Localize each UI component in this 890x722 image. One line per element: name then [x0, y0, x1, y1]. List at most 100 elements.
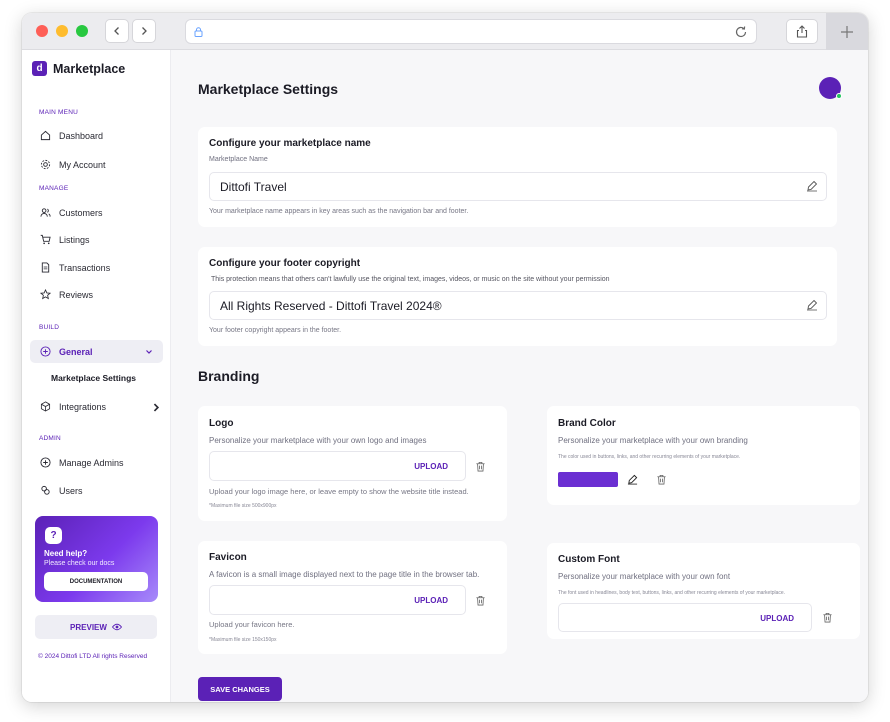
- marketplace-name-value: Dittofi Travel: [220, 180, 287, 194]
- chevron-down-icon: [146, 350, 152, 354]
- avatar[interactable]: [819, 77, 842, 99]
- build-label: BUILD: [39, 324, 60, 331]
- branding-heading: Branding: [198, 368, 260, 384]
- users-icon: [40, 208, 51, 217]
- plus-circle-icon: [40, 457, 51, 468]
- upload-button[interactable]: UPLOAD: [760, 614, 794, 623]
- new-tab-button[interactable]: [826, 13, 868, 50]
- browser-window: d Marketplace MAIN MENU Dashboard My Acc…: [22, 13, 868, 702]
- question-icon: ?: [45, 527, 62, 544]
- sidebar-item-label: Integrations: [59, 401, 107, 412]
- font-upload-field[interactable]: UPLOAD: [558, 603, 812, 632]
- documentation-button[interactable]: DOCUMENTATION: [44, 572, 148, 591]
- marketplace-name-field[interactable]: Dittofi Travel: [209, 172, 827, 201]
- sidebar-item-listings[interactable]: Listings: [40, 234, 90, 245]
- custom-font-card: Custom Font Personalize your marketplace…: [547, 543, 860, 639]
- sidebar-item-label: Transactions: [59, 262, 111, 273]
- upload-button[interactable]: UPLOAD: [414, 596, 448, 605]
- color-note: The color used in buttons, links, and ot…: [558, 454, 741, 460]
- manage-label: MANAGE: [39, 185, 69, 192]
- sidebar-item-label: Users: [59, 485, 83, 496]
- sidebar-subitem-marketplace-settings[interactable]: Marketplace Settings: [51, 373, 136, 383]
- favicon-upload-field[interactable]: UPLOAD: [209, 585, 466, 615]
- brand-color-card: Brand Color Personalize your marketplace…: [547, 406, 860, 505]
- chevron-left-icon: [114, 27, 119, 35]
- preview-label: PREVIEW: [70, 622, 107, 632]
- trash-icon[interactable]: [822, 612, 833, 623]
- reload-icon[interactable]: [734, 25, 748, 39]
- card-subtitle: Personalize your marketplace with your o…: [558, 436, 748, 445]
- sidebar-item-users[interactable]: Users: [40, 485, 83, 496]
- marketplace-name-card: Configure your marketplace name Marketpl…: [198, 127, 837, 227]
- edit-icon[interactable]: [806, 180, 818, 192]
- helper-text: Your footer copyright appears in the foo…: [209, 327, 342, 334]
- sidebar-item-label: General: [59, 346, 93, 357]
- preview-button[interactable]: PREVIEW: [35, 615, 157, 639]
- chevron-right-icon: [153, 403, 160, 412]
- eye-icon: [111, 623, 122, 631]
- cube-icon: [40, 401, 51, 412]
- copyright-text: © 2024 Dittofi LTD All rights Reserved: [38, 653, 148, 660]
- back-button[interactable]: [105, 19, 129, 43]
- footer-copyright-field[interactable]: All Rights Reserved - Dittofi Travel 202…: [209, 291, 827, 320]
- card-title: Favicon: [209, 552, 247, 563]
- online-status-dot: [836, 93, 842, 99]
- trash-icon[interactable]: [656, 474, 667, 485]
- card-title: Logo: [209, 418, 234, 429]
- share-icon: [796, 25, 808, 38]
- card-description: This protection means that others can't …: [211, 276, 610, 283]
- sidebar-item-reviews[interactable]: Reviews: [40, 289, 93, 300]
- help-card: ? Need help? Please check our docs DOCUM…: [35, 516, 158, 602]
- brand-logo: d: [32, 61, 47, 76]
- help-title: Need help?: [44, 549, 88, 558]
- footer-copyright-value: All Rights Reserved - Dittofi Travel 202…: [220, 299, 442, 313]
- sidebar-item-label: My Account: [59, 159, 106, 170]
- sidebar-item-customers[interactable]: Customers: [40, 207, 103, 218]
- trash-icon[interactable]: [475, 461, 486, 472]
- home-icon: [40, 130, 51, 141]
- sidebar: d Marketplace MAIN MENU Dashboard My Acc…: [22, 50, 171, 702]
- save-changes-button[interactable]: SAVE CHANGES: [198, 677, 282, 701]
- sidebar-item-dashboard[interactable]: Dashboard: [40, 130, 103, 141]
- card-title: Brand Color: [558, 418, 616, 429]
- star-icon: [40, 289, 51, 300]
- sidebar-item-general[interactable]: General: [30, 340, 163, 363]
- sidebar-item-transactions[interactable]: Transactions: [40, 262, 110, 273]
- size-note: *Maximum file size 500x900px: [209, 503, 277, 509]
- sidebar-item-manage-admins[interactable]: Manage Admins: [40, 457, 124, 468]
- main-content: Marketplace Settings Configure your mark…: [171, 50, 868, 702]
- brand-color-swatch[interactable]: [558, 472, 618, 487]
- forward-button[interactable]: [132, 19, 156, 43]
- address-bar[interactable]: [185, 19, 757, 44]
- card-subtitle: Personalize your marketplace with your o…: [209, 436, 427, 445]
- close-window-button[interactable]: [36, 25, 48, 37]
- page-title: Marketplace Settings: [198, 81, 339, 97]
- minimize-window-button[interactable]: [56, 25, 68, 37]
- sidebar-item-integrations[interactable]: Integrations: [40, 401, 162, 412]
- browser-titlebar: [22, 13, 868, 50]
- document-icon: [41, 262, 50, 273]
- maximize-window-button[interactable]: [76, 25, 88, 37]
- help-subtitle: Please check our docs: [44, 560, 115, 567]
- share-button[interactable]: [786, 19, 818, 44]
- sidebar-item-my-account[interactable]: My Account: [40, 159, 106, 170]
- card-subtitle: Personalize your marketplace with your o…: [558, 572, 731, 581]
- plus-icon: [841, 25, 853, 38]
- field-label: Marketplace Name: [209, 156, 268, 163]
- helper-text: Upload your favicon here.: [209, 620, 295, 629]
- brand[interactable]: d Marketplace: [32, 61, 125, 76]
- trash-icon[interactable]: [475, 595, 486, 606]
- sidebar-item-label: Listings: [59, 234, 90, 245]
- footer-copyright-card: Configure your footer copyright This pro…: [198, 247, 837, 346]
- logo-upload-field[interactable]: UPLOAD: [209, 451, 466, 481]
- sidebar-item-label: Reviews: [59, 289, 94, 300]
- users-icon: [41, 485, 50, 495]
- sidebar-item-label: Customers: [59, 207, 103, 218]
- upload-button[interactable]: UPLOAD: [414, 462, 448, 471]
- cart-icon: [40, 234, 51, 245]
- edit-icon[interactable]: [806, 299, 818, 311]
- size-note: *Maximum file size 150x150px: [209, 637, 277, 643]
- gear-icon: [40, 159, 51, 170]
- lock-icon: [194, 27, 203, 37]
- edit-icon[interactable]: [627, 474, 638, 485]
